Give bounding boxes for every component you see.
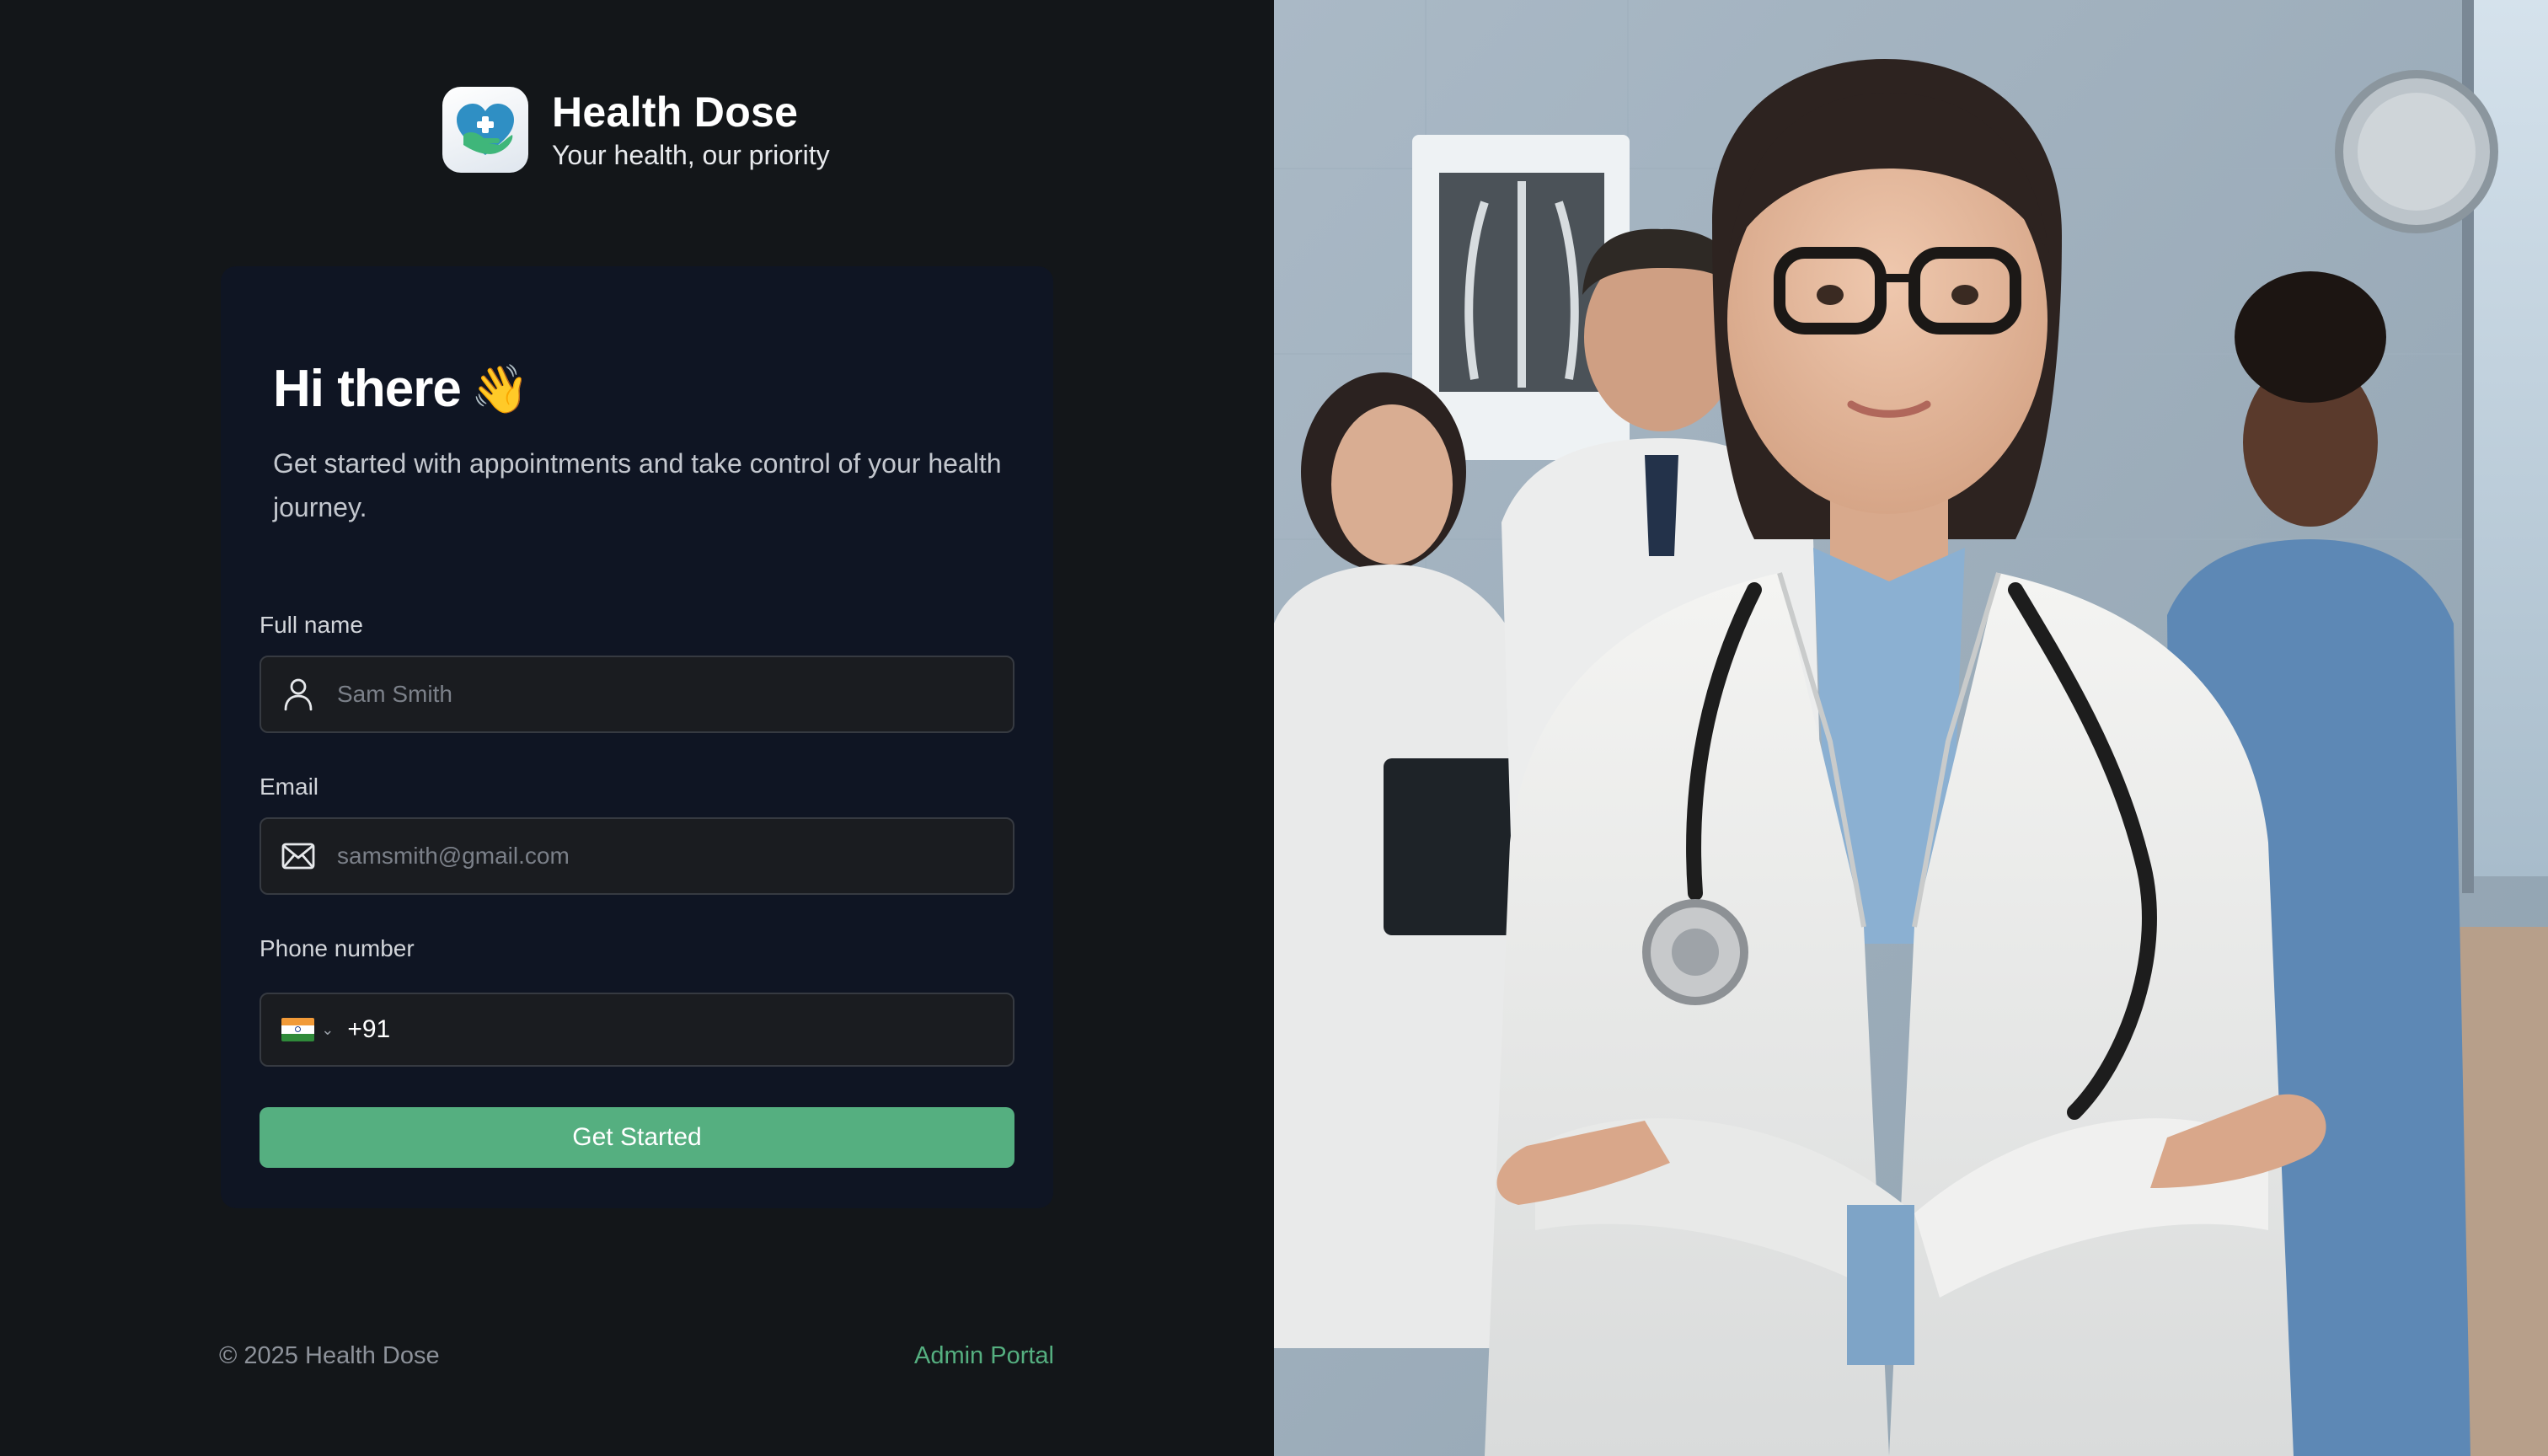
full-name-field[interactable] [260,656,1014,733]
phone-label: Phone number [260,935,415,961]
waving-hand-icon: 👋 [470,361,530,415]
email-field[interactable] [260,817,1014,895]
hero-image [1274,0,2548,1456]
mail-icon [280,838,317,875]
greeting-text: Hi there [273,360,462,418]
email-label: Email [260,774,319,800]
full-name-input[interactable] [335,680,993,709]
dial-code: +91 [347,1015,391,1043]
chevron-down-icon[interactable]: ⌄ [321,1022,334,1037]
admin-portal-link[interactable]: Admin Portal [914,1342,1054,1370]
user-icon [280,676,317,713]
brand-header: Health Dose Your health, our priority [442,87,830,173]
full-name-label: Full name [260,612,363,638]
brand-name: Health Dose [552,88,799,136]
onboarding-page: Health Dose Your health, our priority Hi… [0,0,2548,1456]
form-panel: Health Dose Your health, our priority Hi… [0,0,1274,1456]
copyright-text: © 2025 Health Dose [219,1342,440,1369]
phone-field[interactable]: ⌄ +91 [260,993,1014,1067]
greeting-subtitle: Get started with appointments and take c… [273,448,1002,522]
phone-input[interactable] [399,1015,1013,1044]
get-started-button[interactable]: Get Started [260,1107,1014,1168]
india-flag-icon[interactable] [281,1018,315,1041]
signup-card: Hi there 👋 Get started with appointments… [221,266,1053,1208]
greeting-heading: Hi there 👋 [273,359,530,419]
heart-hand-icon [442,87,528,173]
brand-tagline: Your health, our priority [552,140,830,170]
doctor-photo [1274,0,2548,1456]
email-input[interactable] [335,842,993,870]
